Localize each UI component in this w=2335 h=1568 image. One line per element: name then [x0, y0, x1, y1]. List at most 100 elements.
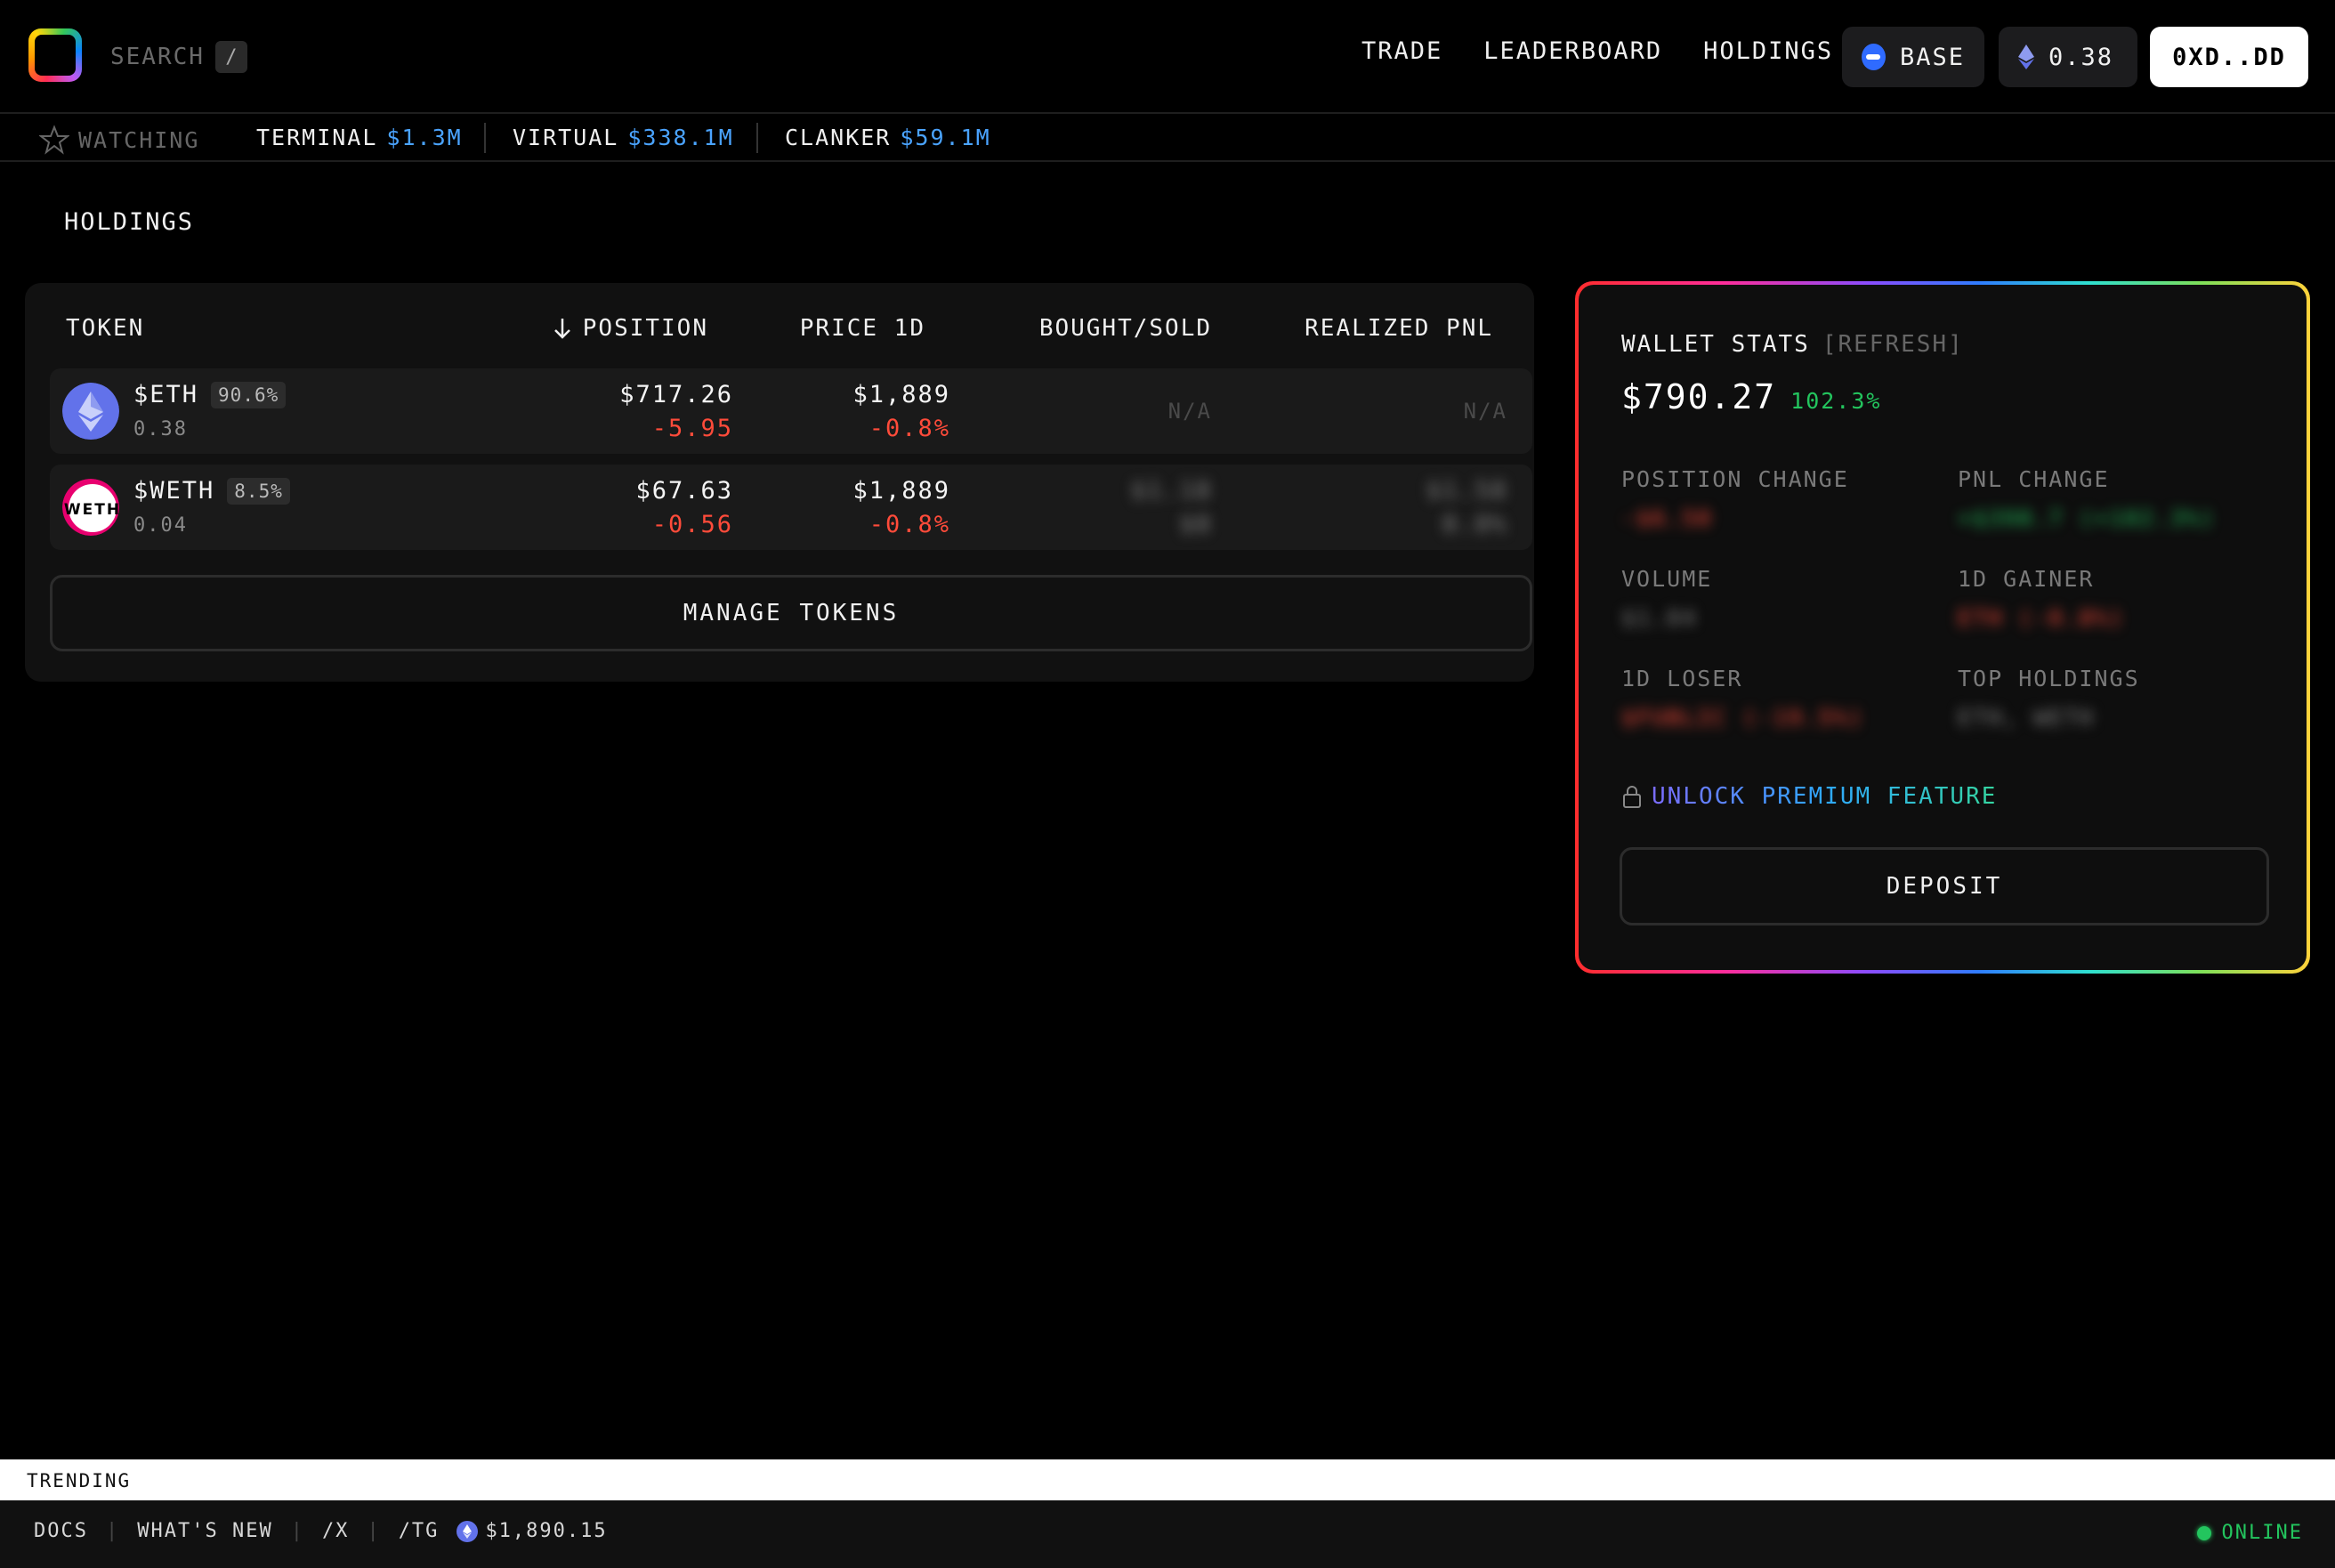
footer-link-tg[interactable]: /TG	[399, 1520, 440, 1542]
footer: DOCS | WHAT'S NEW | /X | /TG $1,890.15 O…	[0, 1500, 2335, 1568]
token-symbol: $WETH 8.5%	[133, 477, 290, 505]
ticker-name: TERMINAL	[256, 125, 378, 150]
wallet-total-value: $790.27	[1621, 377, 1777, 416]
ticker-name: VIRTUAL	[513, 125, 619, 150]
column-header-position[interactable]: POSITION	[553, 315, 708, 342]
token-symbol: $ETH 90.6%	[133, 381, 287, 408]
column-header-bought-sold[interactable]: BOUGHT/SOLD	[1039, 315, 1212, 342]
trending-bar[interactable]: TRENDING	[0, 1459, 2335, 1500]
stat-label-top-holdings: TOP HOLDINGS	[1958, 666, 2140, 691]
stat-label-volume: VOLUME	[1621, 566, 1713, 592]
base-icon	[1862, 44, 1886, 70]
footer-link-x[interactable]: /X	[322, 1520, 350, 1542]
ticker-divider	[756, 123, 758, 153]
price-change: -0.8%	[869, 511, 950, 538]
stat-label-position-change: POSITION CHANGE	[1621, 466, 1849, 492]
holdings-table: TOKEN POSITION PRICE 1D BOUGHT/SOLD REAL…	[25, 283, 1534, 682]
token-amount: 0.04	[133, 514, 188, 537]
position-change: -5.95	[651, 415, 733, 442]
network-selector-button[interactable]: BASE	[1842, 27, 1984, 87]
nav-holdings[interactable]: HOLDINGS	[1703, 37, 1833, 65]
portfolio-share-badge: 8.5%	[227, 477, 290, 505]
eth-balance: 0.38	[2048, 43, 2114, 71]
ticker-value: $338.1M	[627, 125, 734, 150]
stat-value-top-holdings: ETH, WETH	[1958, 705, 2095, 731]
stat-label-1d-loser: 1D LOSER	[1621, 666, 1743, 691]
footer-link-docs[interactable]: DOCS	[34, 1520, 88, 1542]
nav-trade[interactable]: TRADE	[1361, 37, 1442, 65]
footer-divider: |	[290, 1520, 304, 1542]
position-value: $717.26	[619, 381, 733, 408]
bought-sold-sub: $0	[1179, 511, 1212, 538]
search-label: SEARCH	[110, 44, 205, 70]
watching-toggle[interactable]: WATCHING	[39, 125, 199, 155]
stat-label-1d-gainer: 1D GAINER	[1958, 566, 2095, 592]
stat-label-pnl-change: PNL CHANGE	[1958, 466, 2110, 492]
stat-value-1d-gainer: ETH (-0.8%)	[1958, 605, 2125, 631]
ticker-terminal[interactable]: TERMINAL $1.3M	[256, 125, 463, 150]
eth-price-ticker: $1,890.15	[456, 1520, 607, 1542]
star-icon	[39, 125, 69, 155]
eth-balance-button[interactable]: 0.38	[1999, 27, 2137, 87]
token-amount: 0.38	[133, 418, 188, 440]
wallet-total-pct: 102.3%	[1790, 388, 1882, 414]
sort-down-arrow-icon	[553, 319, 570, 339]
stat-value-pnl-change: +$398.7 (+102.3%)	[1958, 505, 2216, 531]
column-header-realized-pnl[interactable]: REALIZED PNL	[1305, 315, 1493, 342]
table-row[interactable]: WETH $WETH 8.5% 0.04 $67.63 -0.56 $1,889…	[50, 465, 1532, 550]
position-value: $67.63	[635, 477, 733, 505]
eth-price: $1,890.15	[485, 1520, 608, 1542]
lock-icon	[1623, 786, 1641, 808]
portfolio-share-badge: 90.6%	[211, 381, 287, 408]
connection-status: ONLINE	[2196, 1522, 2303, 1544]
price-value: $1,889	[852, 477, 950, 505]
realized-pnl-value: $1.58	[1426, 477, 1507, 505]
table-row[interactable]: $ETH 90.6% 0.38 $717.26 -5.95 $1,889 -0.…	[50, 368, 1532, 454]
price-change: -0.8%	[869, 415, 950, 442]
realized-pnl-sub: 0.0%	[1442, 511, 1507, 538]
eth-icon	[2018, 44, 2034, 69]
column-header-price[interactable]: PRICE 1D	[800, 315, 925, 342]
bought-sold-value: $1.18	[1130, 477, 1212, 505]
wallet-stats-title: WALLET STATS [REFRESH]	[1621, 331, 1964, 358]
realized-pnl-value: N/A	[1463, 399, 1507, 424]
ticker-virtual[interactable]: VIRTUAL $338.1M	[513, 125, 734, 150]
stat-value-volume: $1.04	[1621, 605, 1698, 631]
wallet-address-button[interactable]: 0XD..DD	[2150, 27, 2308, 87]
footer-link-whats-new[interactable]: WHAT'S NEW	[137, 1520, 272, 1542]
manage-tokens-button[interactable]: MANAGE TOKENS	[50, 575, 1532, 651]
wallet-total: $790.27 102.3%	[1621, 377, 1881, 416]
wallet-stats-card: WALLET STATS [REFRESH] $790.27 102.3% PO…	[1575, 281, 2310, 974]
top-nav: SEARCH / TRADE LEADERBOARD HOLDINGS BASE…	[0, 0, 2335, 114]
ticker-value: $1.3M	[386, 125, 463, 150]
unlock-premium-link[interactable]: UNLOCK PREMIUM FEATURE	[1621, 783, 1997, 810]
stat-value-1d-loser: $FUBLIC (-19.5%)	[1621, 705, 1864, 731]
ticker-name: CLANKER	[785, 125, 892, 150]
status-label: ONLINE	[2221, 1522, 2303, 1544]
ticker-value: $59.1M	[900, 125, 991, 150]
ticker-divider	[484, 123, 486, 153]
watch-bar: WATCHING TERMINAL $1.3M VIRTUAL $338.1M …	[0, 116, 2335, 162]
main-nav: TRADE LEADERBOARD HOLDINGS	[1361, 37, 1833, 65]
svg-text:WETH: WETH	[64, 501, 119, 519]
page-title: HOLDINGS	[64, 208, 195, 236]
unlock-premium-label: UNLOCK PREMIUM FEATURE	[1652, 783, 1998, 810]
footer-divider: |	[367, 1520, 381, 1542]
price-value: $1,889	[852, 381, 950, 408]
stat-value-position-change: -$6.50	[1621, 505, 1713, 531]
watching-label: WATCHING	[78, 126, 200, 153]
trending-label: TRENDING	[27, 1470, 132, 1491]
position-change: -0.56	[651, 511, 733, 538]
rainbow-square-logo[interactable]	[28, 28, 82, 82]
status-dot-icon	[2196, 1525, 2211, 1540]
column-header-token[interactable]: TOKEN	[66, 315, 144, 342]
deposit-button[interactable]: DEPOSIT	[1620, 847, 2269, 925]
footer-divider: |	[105, 1520, 120, 1542]
ticker-clanker[interactable]: CLANKER $59.1M	[785, 125, 991, 150]
search-shortcut-key: /	[214, 41, 247, 73]
search-input[interactable]: SEARCH /	[110, 39, 247, 75]
eth-icon	[456, 1520, 479, 1542]
network-label: BASE	[1899, 43, 1965, 71]
refresh-button[interactable]: [REFRESH]	[1822, 331, 1964, 358]
nav-leaderboard[interactable]: LEADERBOARD	[1483, 37, 1662, 65]
